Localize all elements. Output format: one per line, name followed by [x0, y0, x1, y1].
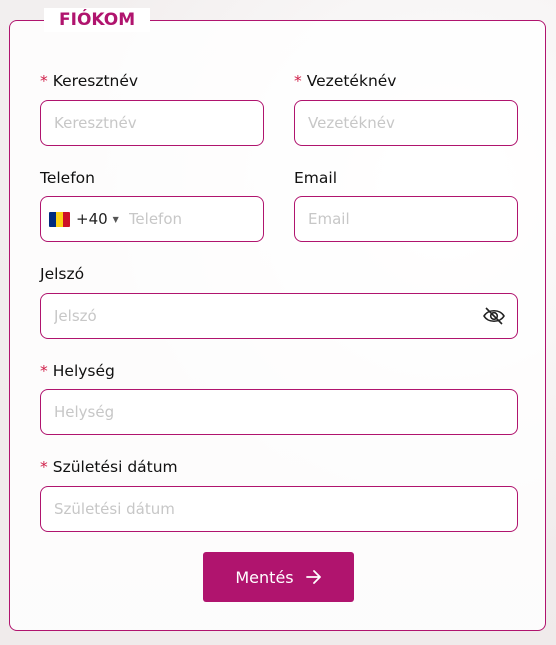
email-label: Email — [294, 169, 338, 187]
save-button-label: Mentés — [235, 567, 294, 587]
first-name-input[interactable] — [40, 100, 264, 146]
caret-down-icon[interactable]: ▼ — [113, 215, 119, 224]
password-input[interactable] — [40, 293, 518, 339]
birth-date-label: * Születési dátum — [40, 458, 178, 476]
romania-flag-icon[interactable] — [49, 211, 70, 227]
phone-field: +40 ▼ — [40, 196, 264, 242]
password-label: Jelszó — [40, 265, 85, 283]
save-button[interactable]: Mentés — [203, 552, 354, 602]
birth-date-input[interactable] — [40, 486, 518, 532]
arrow-right-icon — [305, 570, 321, 584]
section-title: FIÓKOM — [44, 8, 151, 32]
city-input[interactable] — [40, 389, 518, 435]
last-name-label: * Vezetéknév — [294, 72, 397, 90]
required-marker: * — [40, 72, 48, 90]
phone-input[interactable] — [126, 209, 263, 229]
required-marker: * — [294, 72, 302, 90]
first-name-label: * Keresztnév — [40, 72, 139, 90]
dial-code[interactable]: +40 — [76, 210, 108, 228]
email-input[interactable] — [294, 196, 518, 242]
required-marker: * — [40, 458, 48, 476]
phone-label: Telefon — [40, 169, 95, 187]
eye-slash-icon[interactable] — [482, 305, 506, 327]
required-marker: * — [40, 362, 48, 380]
city-label: * Helység — [40, 362, 115, 380]
last-name-input[interactable] — [294, 100, 518, 146]
